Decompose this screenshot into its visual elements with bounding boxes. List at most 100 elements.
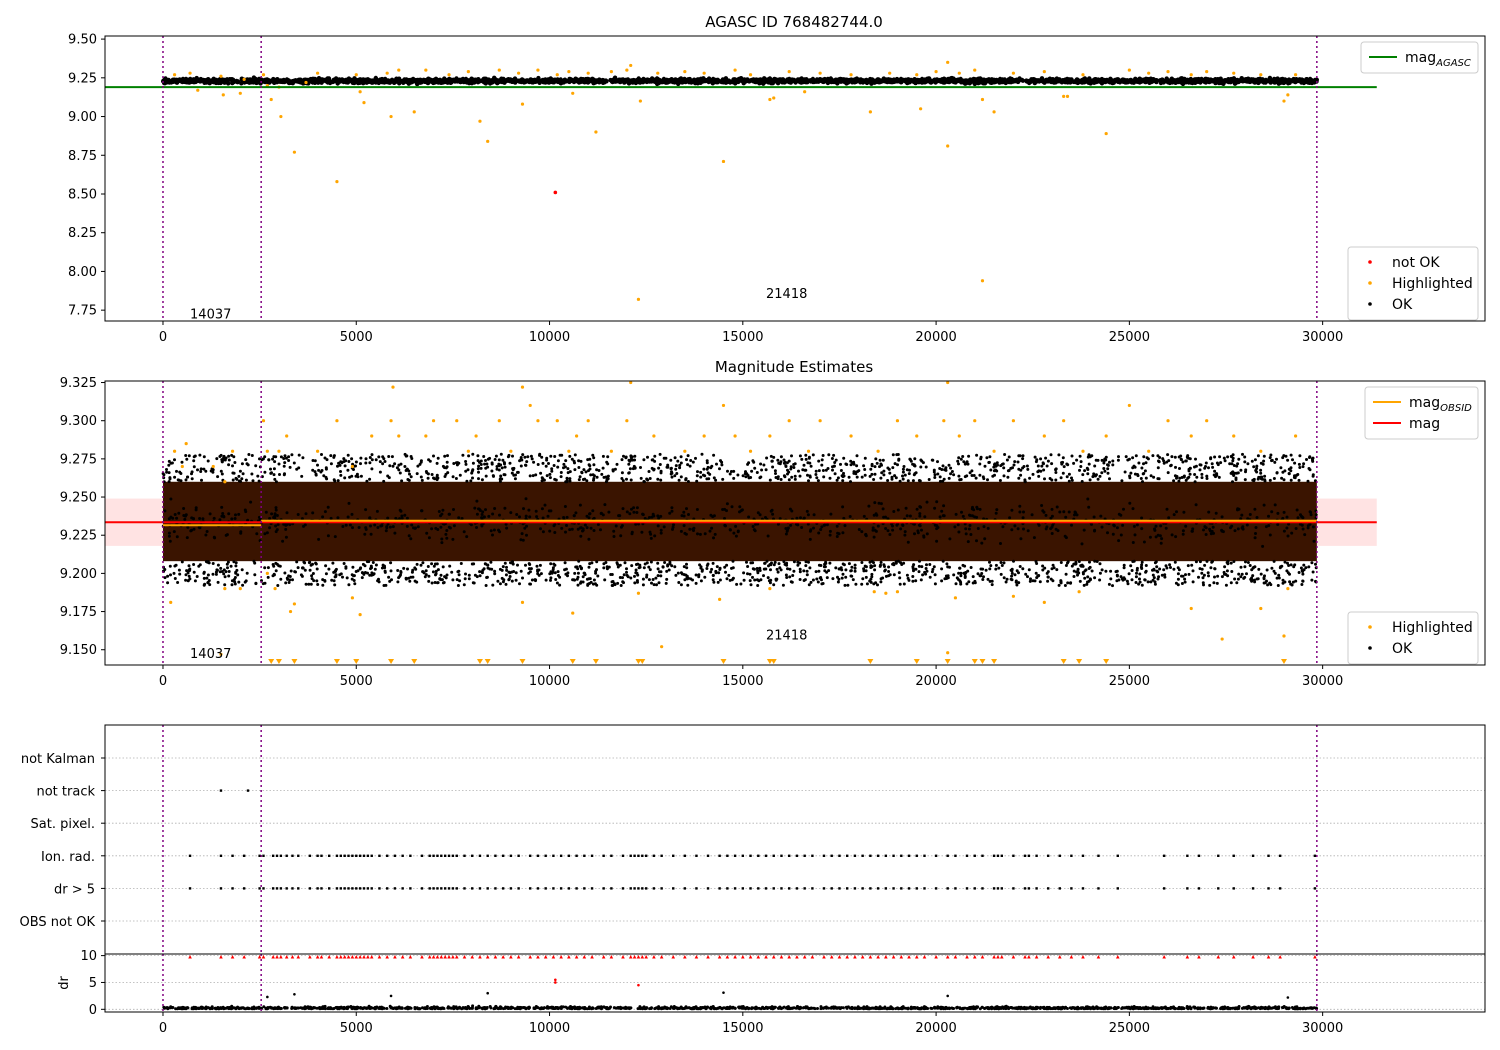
- ok-point: [1210, 462, 1214, 466]
- ok-point: [465, 479, 469, 483]
- ok-point: [941, 464, 945, 468]
- ok-point: [568, 470, 572, 474]
- ok-point: [894, 560, 898, 564]
- ok-point: [414, 567, 418, 571]
- ok-point: [1301, 465, 1305, 469]
- ok-point: [214, 570, 218, 574]
- ok-point: [1311, 459, 1315, 463]
- ok-point: [1259, 471, 1263, 475]
- ok-point: [844, 77, 849, 83]
- ok-point: [231, 464, 234, 468]
- ok-point: [696, 77, 701, 82]
- ok-point: [901, 470, 905, 474]
- ok-point: [1012, 463, 1016, 467]
- ok-point: [872, 561, 875, 565]
- ok-point: [602, 566, 606, 570]
- ok-point: [1065, 475, 1069, 479]
- ok-point: [219, 469, 223, 473]
- ok-point: [798, 454, 802, 458]
- highlighted-point: [242, 77, 246, 81]
- ok-point: [1095, 560, 1099, 563]
- ok-point: [864, 565, 868, 569]
- ok-point: [646, 455, 649, 459]
- ok-point: [696, 470, 699, 474]
- ok-point: [645, 573, 649, 577]
- ok-point: [892, 563, 896, 567]
- ok-point: [227, 570, 231, 573]
- ok-point: [220, 472, 224, 476]
- ok-point: [1253, 580, 1257, 584]
- ok-point: [1093, 464, 1097, 468]
- ok-point: [325, 78, 330, 83]
- ok-point: [1129, 564, 1133, 568]
- ok-point: [427, 574, 431, 578]
- ok-point: [1214, 475, 1217, 479]
- ok-point: [1277, 573, 1281, 577]
- ok-point: [266, 566, 270, 570]
- ok-point: [627, 462, 631, 466]
- ok-point: [324, 572, 328, 576]
- ok-point: [852, 462, 856, 466]
- ok-point: [420, 478, 424, 482]
- ok-point: [805, 569, 809, 573]
- ok-point: [370, 458, 374, 462]
- ok-point: [601, 454, 605, 458]
- ok-point: [1188, 472, 1192, 476]
- ok-point: [288, 578, 292, 582]
- ok-point: [1239, 468, 1243, 472]
- ok-point: [1287, 564, 1291, 567]
- ok-point: [1250, 459, 1254, 463]
- ok-point: [742, 571, 746, 575]
- ok-point: [1205, 77, 1211, 82]
- ok-point: [844, 575, 848, 579]
- ok-point: [933, 473, 937, 477]
- ok-point: [1241, 78, 1247, 84]
- ok-point: [1051, 579, 1055, 583]
- ok-point: [1288, 580, 1292, 584]
- highlighted-point: [888, 71, 892, 75]
- ok-point: [769, 568, 772, 572]
- ok-point: [234, 564, 238, 568]
- ok-point: [648, 568, 652, 572]
- ok-point: [633, 454, 637, 458]
- ok-point: [816, 479, 820, 483]
- ok-point: [901, 474, 904, 478]
- ok-point: [790, 454, 793, 458]
- ok-point: [1072, 461, 1076, 465]
- ok-point: [575, 577, 579, 581]
- highlighted-point: [520, 102, 525, 106]
- ok-point: [711, 578, 715, 582]
- ok-point: [686, 463, 690, 467]
- ok-point: [1116, 458, 1120, 462]
- highlighted-point: [412, 110, 416, 114]
- ok-point: [484, 459, 487, 462]
- ok-point: [772, 583, 776, 587]
- panel1-xtick-label: 25000: [1109, 330, 1150, 345]
- ok-point: [1061, 456, 1065, 460]
- ok-point: [694, 581, 698, 585]
- ok-point: [1301, 579, 1305, 583]
- ok-point: [486, 457, 490, 461]
- ok-point: [283, 461, 287, 465]
- ok-point: [706, 465, 710, 469]
- ok-point: [370, 566, 373, 570]
- ok-point: [808, 79, 813, 84]
- ok-point: [872, 478, 876, 481]
- ok-point: [1050, 462, 1054, 466]
- ok-point: [755, 471, 759, 474]
- ok-point: [167, 480, 171, 484]
- ok-point: [436, 568, 440, 572]
- ok-point: [659, 478, 663, 482]
- highlighted-point: [957, 71, 961, 75]
- ok-point: [1137, 461, 1141, 465]
- ok-point: [870, 575, 874, 579]
- ok-point: [432, 79, 437, 84]
- ok-point: [1219, 461, 1223, 465]
- panel1-ytick-label: 8.25: [68, 226, 97, 241]
- ok-point: [802, 569, 806, 573]
- highlighted-point: [447, 73, 451, 77]
- ok-point: [590, 78, 595, 84]
- ok-point: [817, 569, 821, 573]
- ok-point: [1129, 471, 1133, 475]
- ok-point: [656, 574, 660, 578]
